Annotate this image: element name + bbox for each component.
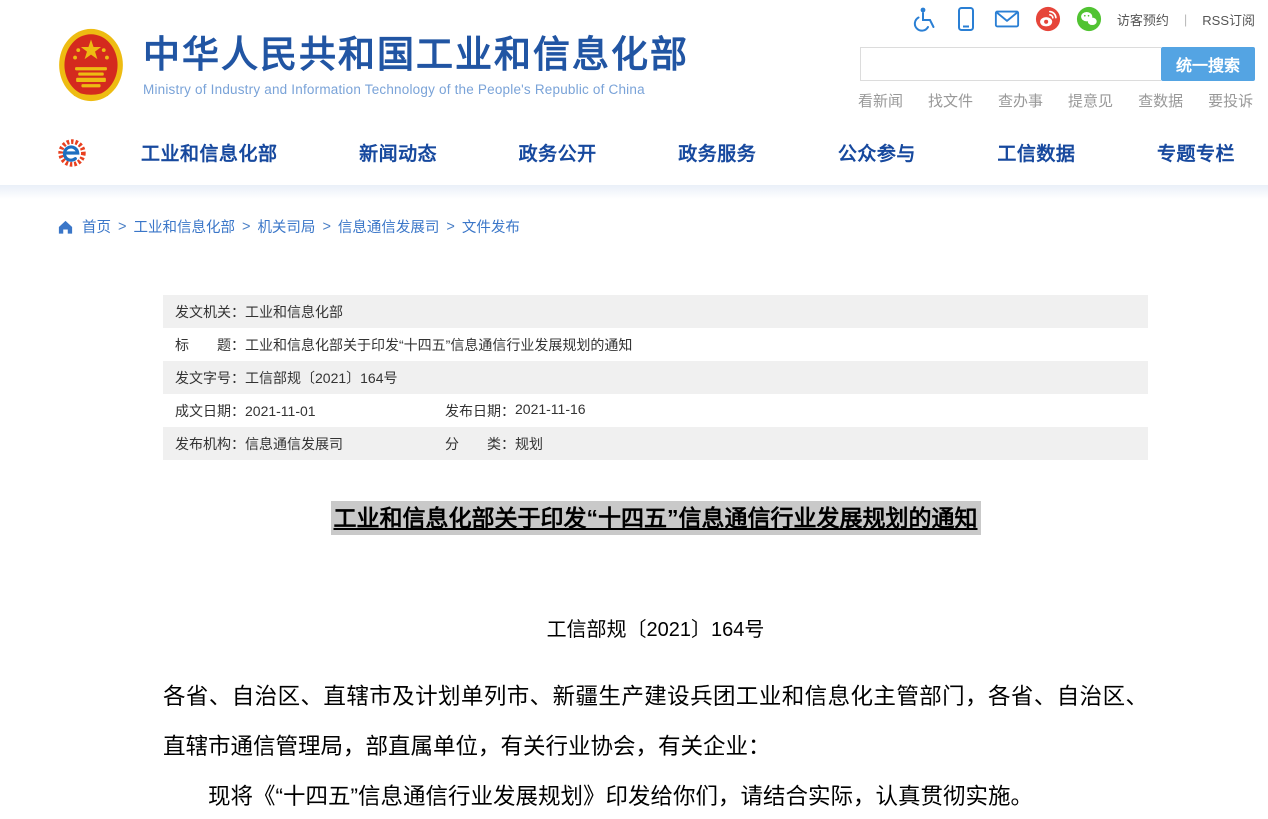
article-title: 工业和信息化部关于印发“十四五”信息通信行业发展规划的通知 (163, 497, 1148, 535)
page-header: 访客预约 | RSS订阅 中华人民共和国工业和信息化部 Ministry of … (0, 0, 1268, 120)
site-brand: 中华人民共和国工业和信息化部 Ministry of Industry and … (57, 26, 689, 104)
miit-gear-logo-icon (55, 136, 89, 170)
nav-item-gov-open[interactable]: 政务公开 (519, 139, 597, 166)
topbar-separator: | (1184, 12, 1187, 27)
unified-search-button[interactable]: 统一搜索 (1161, 47, 1255, 81)
nav-item-special[interactable]: 专题专栏 (1157, 139, 1235, 166)
quick-link-news[interactable]: 看新闻 (858, 90, 903, 111)
mobile-icon[interactable] (953, 6, 979, 32)
search-input[interactable] (860, 47, 1161, 81)
article-paragraph: 各省、自治区、直辖市及计划单列市、新疆生产建设兵团工业和信息化主管部门，各省、自… (163, 672, 1148, 772)
meta-label: 发文字号： (163, 368, 245, 388)
breadcrumb-separator: > (322, 219, 330, 235)
quick-links: 看新闻 找文件 查办事 提意见 查数据 要投诉 (858, 90, 1253, 111)
breadcrumb-separator: > (118, 219, 126, 235)
quick-link-services[interactable]: 查办事 (998, 90, 1043, 111)
breadcrumb-separator: > (242, 219, 250, 235)
mail-icon[interactable] (994, 6, 1020, 32)
breadcrumb-home[interactable]: 首页 (82, 216, 111, 237)
nav-item-public[interactable]: 公众参与 (838, 139, 916, 166)
accessibility-icon[interactable] (912, 6, 938, 32)
main-nav: 工业和信息化部 新闻动态 政务公开 政务服务 公众参与 工信数据 专题专栏 (0, 120, 1268, 185)
visitor-appointment-link[interactable]: 访客预约 (1117, 10, 1169, 29)
article-paragraph: 现将《“十四五”信息通信行业发展规划》印发给你们，请结合实际，认真贯彻实施。 (163, 772, 1148, 819)
meta-value: 工业和信息化部关于印发“十四五”信息通信行业发展规划的通知 (245, 335, 632, 355)
meta-value: 2021-11-01 (245, 403, 316, 419)
wechat-icon[interactable] (1076, 6, 1102, 32)
nav-shadow-divider (0, 185, 1268, 199)
breadcrumb-departments[interactable]: 机关司局 (257, 216, 315, 237)
meta-label: 发布日期： (445, 401, 515, 421)
national-emblem-logo (57, 26, 125, 104)
meta-label: 发文机关： (163, 302, 245, 322)
document-meta-table: 发文机关： 工业和信息化部 标 题： 工业和信息化部关于印发“十四五”信息通信行… (163, 295, 1148, 460)
utility-bar: 访客预约 | RSS订阅 (912, 6, 1255, 32)
breadcrumb-file-release[interactable]: 文件发布 (462, 216, 520, 237)
nav-item-data[interactable]: 工信数据 (997, 139, 1075, 166)
meta-value: 2021-11-16 (515, 401, 586, 421)
breadcrumb-separator: > (446, 219, 454, 235)
meta-label: 成文日期： (163, 401, 245, 421)
nav-item-news[interactable]: 新闻动态 (359, 139, 437, 166)
search-box: 统一搜索 (860, 47, 1255, 81)
meta-value: 规划 (515, 434, 543, 454)
meta-row-issuing-org: 发文机关： 工业和信息化部 (163, 295, 1148, 328)
breadcrumb-miit[interactable]: 工业和信息化部 (133, 216, 235, 237)
quick-link-suggest[interactable]: 提意见 (1068, 90, 1113, 111)
article-content: 发文机关： 工业和信息化部 标 题： 工业和信息化部关于印发“十四五”信息通信行… (163, 295, 1148, 819)
meta-row-dates: 成文日期： 2021-11-01 发布日期： 2021-11-16 (163, 394, 1148, 427)
article-doc-number: 工信部规〔2021〕164号 (163, 613, 1148, 642)
nav-item-miit[interactable]: 工业和信息化部 (141, 139, 278, 166)
rss-subscribe-link[interactable]: RSS订阅 (1202, 10, 1255, 29)
quick-link-files[interactable]: 找文件 (928, 90, 973, 111)
meta-label: 分 类： (445, 434, 515, 454)
breadcrumb-ict-dev-dept[interactable]: 信息通信发展司 (338, 216, 440, 237)
site-subtitle: Ministry of Industry and Information Tec… (143, 82, 689, 97)
quick-link-complaint[interactable]: 要投诉 (1208, 90, 1253, 111)
meta-label: 发布机构： (163, 434, 245, 454)
home-icon[interactable] (57, 219, 74, 235)
breadcrumb: 首页 > 工业和信息化部 > 机关司局 > 信息通信发展司 > 文件发布 (57, 216, 1268, 237)
meta-value: 信息通信发展司 (245, 434, 343, 454)
weibo-icon[interactable] (1035, 6, 1061, 32)
site-title: 中华人民共和国工业和信息化部 (143, 34, 689, 76)
meta-value: 工信部规〔2021〕164号 (245, 368, 398, 388)
meta-value: 工业和信息化部 (245, 302, 343, 322)
meta-label: 标 题： (163, 335, 245, 355)
meta-row-publisher-category: 发布机构： 信息通信发展司 分 类： 规划 (163, 427, 1148, 460)
meta-row-title: 标 题： 工业和信息化部关于印发“十四五”信息通信行业发展规划的通知 (163, 328, 1148, 361)
nav-item-gov-service[interactable]: 政务服务 (678, 139, 756, 166)
article-title-highlighted-text: 工业和信息化部关于印发“十四五”信息通信行业发展规划的通知 (331, 501, 981, 535)
meta-row-doc-number: 发文字号： 工信部规〔2021〕164号 (163, 361, 1148, 394)
article-body: 各省、自治区、直辖市及计划单列市、新疆生产建设兵团工业和信息化主管部门，各省、自… (163, 672, 1148, 819)
quick-link-data[interactable]: 查数据 (1138, 90, 1183, 111)
